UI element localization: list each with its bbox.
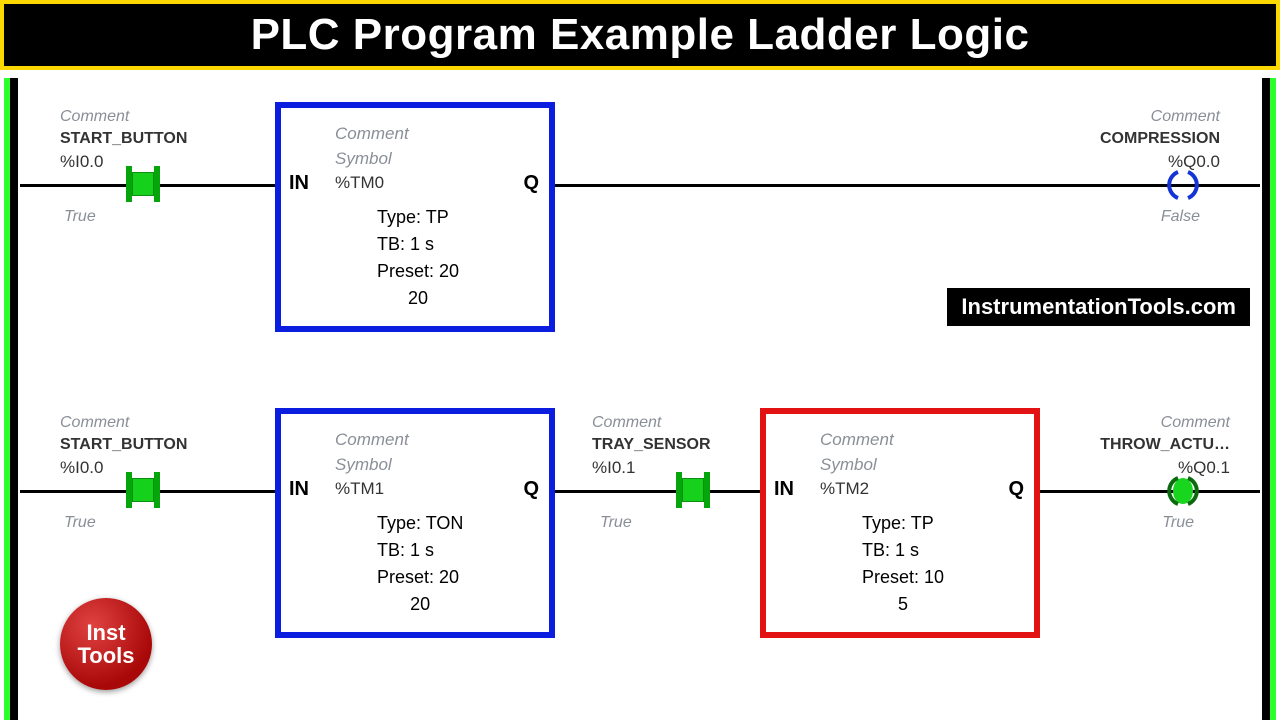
r1-timer-block[interactable]: IN Q Comment Symbol %TM0 Type: TP TB: 1 … — [275, 102, 555, 332]
r2-c1-name: START_BUTTON — [60, 436, 187, 454]
r1-coil-name: COMPRESSION — [1100, 130, 1220, 148]
brand-badge: Inst Tools — [60, 598, 152, 690]
r2-coil-comment: Comment — [1161, 414, 1230, 432]
r1-coil-state: False — [1161, 208, 1200, 226]
r2-contact1[interactable] — [120, 472, 166, 508]
r2-c2-name: TRAY_SENSOR — [592, 436, 711, 454]
rung1-rail — [20, 184, 1260, 187]
r1-contact-name: START_BUTTON — [60, 130, 187, 148]
r1-contact[interactable] — [120, 166, 166, 202]
pin-q: Q — [1008, 478, 1024, 501]
r1-coil[interactable] — [1166, 168, 1200, 202]
r2-coil-state: True — [1162, 514, 1194, 532]
pin-q: Q — [523, 172, 539, 195]
r2-c2-comment: Comment — [592, 414, 661, 432]
r2-c2-addr: %I0.1 — [592, 458, 635, 478]
r2-c2-state: True — [600, 514, 632, 532]
r2-contact2[interactable] — [670, 472, 716, 508]
watermark: InstrumentationTools.com — [947, 288, 1250, 326]
badge-l1: Inst — [60, 621, 152, 644]
fb-params: Type: TP TB: 1 s Preset: 20 20 — [377, 204, 459, 312]
r2-c1-addr: %I0.0 — [60, 458, 103, 478]
r1-contact-comment: Comment — [60, 108, 129, 126]
left-power-rail — [4, 78, 18, 720]
fb-comment: Comment — [335, 122, 409, 147]
fb-addr: %TM0 — [335, 173, 384, 192]
pin-in: IN — [289, 478, 309, 501]
r2-coil-name: THROW_ACTU… — [1100, 436, 1230, 454]
r1-coil-comment: Comment — [1151, 108, 1220, 126]
r2-timer2-block[interactable]: IN Q Comment Symbol %TM2 Type: TP TB: 1 … — [760, 408, 1040, 638]
r1-contact-addr: %I0.0 — [60, 152, 103, 172]
right-power-rail — [1262, 78, 1276, 720]
r1-contact-state: True — [64, 208, 96, 226]
badge-l2: Tools — [60, 644, 152, 667]
fb-symbol: Symbol — [335, 147, 409, 172]
r2-coil[interactable] — [1166, 474, 1200, 508]
pin-in: IN — [774, 478, 794, 501]
rung2-rail — [20, 490, 1260, 493]
pin-in: IN — [289, 172, 309, 195]
title-bar: PLC Program Example Ladder Logic — [0, 0, 1280, 70]
page-title: PLC Program Example Ladder Logic — [251, 10, 1030, 59]
rung-2: Comment START_BUTTON %I0.0 True IN Q Com… — [20, 414, 1260, 674]
pin-q: Q — [523, 478, 539, 501]
r2-c1-state: True — [64, 514, 96, 532]
ladder-canvas: Comment START_BUTTON %I0.0 True IN Q Com… — [0, 78, 1280, 720]
r2-c1-comment: Comment — [60, 414, 129, 432]
r2-timer1-block[interactable]: IN Q Comment Symbol %TM1 Type: TON TB: 1… — [275, 408, 555, 638]
